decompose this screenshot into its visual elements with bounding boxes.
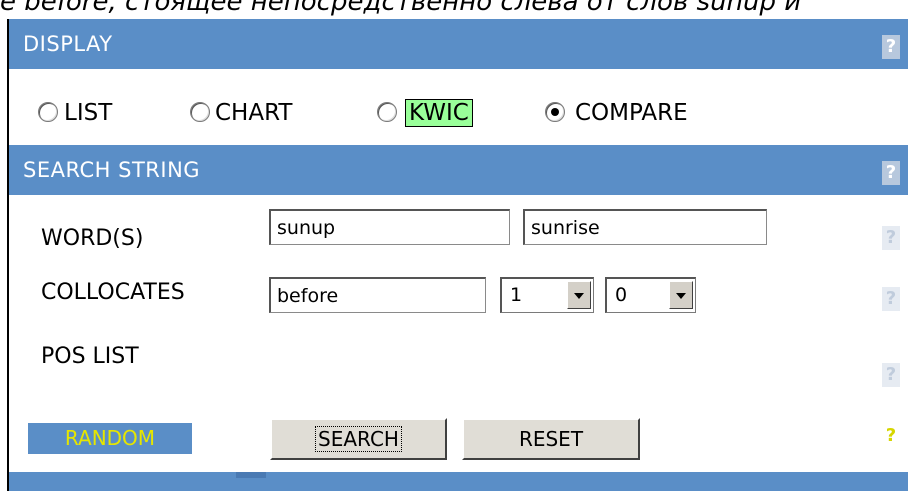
random-button[interactable]: RANDOM [28, 423, 192, 454]
kwic-label-text: KWIC [405, 99, 473, 127]
search-string-help-icon[interactable]: ? [882, 161, 900, 185]
kwic-radio[interactable] [377, 102, 397, 122]
collocates-help-icon[interactable]: ? [882, 287, 900, 311]
page-caption: e before, стоящее непосредственно слева … [0, 0, 802, 17]
random-help-icon[interactable]: ? [882, 424, 900, 448]
compare-radio-dot [551, 108, 559, 116]
list-label[interactable]: LIST [64, 98, 112, 128]
span-left-select[interactable]: 1 [500, 277, 594, 313]
chart-radio[interactable] [190, 102, 210, 122]
span-right-value: 0 [615, 284, 628, 306]
span-right-select[interactable]: 0 [605, 277, 696, 313]
chevron-down-icon[interactable] [567, 281, 591, 309]
search-string-title: SEARCH STRING [23, 158, 201, 182]
chevron-down-icon[interactable] [669, 281, 693, 309]
word1-input[interactable] [269, 209, 510, 245]
kwic-label[interactable]: KWIC [405, 98, 473, 128]
reset-button-label: RESET [518, 427, 584, 451]
search-string-header: SEARCH STRING ? [9, 145, 908, 195]
word2-input[interactable] [523, 209, 767, 245]
pos-list-help-icon[interactable]: ? [882, 363, 900, 387]
display-options: LIST CHART KWIC COMPARE [9, 88, 908, 145]
list-radio[interactable] [38, 102, 58, 122]
display-help-icon[interactable]: ? [882, 35, 900, 59]
span-left-value: 1 [510, 284, 523, 306]
collocates-label: COLLOCATES [41, 280, 185, 305]
words-help-icon[interactable]: ? [882, 226, 900, 250]
words-label: WORD(S) [41, 226, 144, 251]
display-title: DISPLAY [23, 32, 113, 56]
reset-button[interactable]: RESET [462, 418, 640, 460]
collocate-input[interactable] [269, 277, 486, 313]
display-header: DISPLAY ? [9, 19, 908, 69]
pos-list-label: POS LIST [41, 344, 139, 369]
search-button-label: SEARCH [315, 426, 402, 452]
chart-label[interactable]: CHART [215, 98, 292, 128]
section-tab-stub [236, 472, 266, 478]
search-button[interactable]: SEARCH [270, 418, 447, 460]
compare-label[interactable]: COMPARE [575, 98, 688, 128]
next-section-header [9, 472, 908, 491]
compare-radio[interactable] [545, 102, 565, 122]
